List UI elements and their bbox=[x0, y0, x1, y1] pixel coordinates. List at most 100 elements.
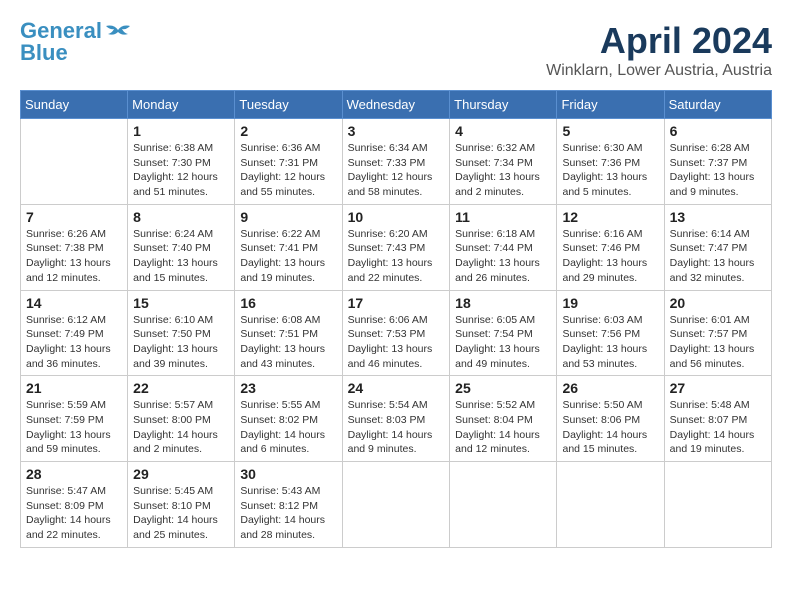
day-number: 28 bbox=[26, 466, 122, 482]
calendar-cell: 16 Sunrise: 6:08 AMSunset: 7:51 PMDayligh… bbox=[235, 290, 342, 376]
day-number: 15 bbox=[133, 295, 229, 311]
calendar-cell: 1 Sunrise: 6:38 AMSunset: 7:30 PMDaylight… bbox=[128, 119, 235, 205]
day-number: 30 bbox=[240, 466, 336, 482]
day-number: 5 bbox=[562, 123, 658, 139]
day-info: Sunrise: 6:20 AMSunset: 7:43 PMDaylight:… bbox=[348, 227, 445, 286]
day-header-wednesday: Wednesday bbox=[342, 91, 450, 119]
day-number: 10 bbox=[348, 209, 445, 225]
calendar-cell: 7Sunrise: 6:26 AMSunset: 7:38 PMDaylight… bbox=[21, 204, 128, 290]
day-info: Sunrise: 6:24 AMSunset: 7:40 PMDaylight:… bbox=[133, 227, 229, 286]
calendar-cell bbox=[557, 462, 664, 548]
day-number: 17 bbox=[348, 295, 445, 311]
day-number: 2 bbox=[240, 123, 336, 139]
day-info: Sunrise: 6:08 AMSunset: 7:51 PMDaylight:… bbox=[240, 313, 336, 372]
calendar-cell bbox=[450, 462, 557, 548]
week-row-2: 7Sunrise: 6:26 AMSunset: 7:38 PMDaylight… bbox=[21, 204, 772, 290]
day-info: Sunrise: 6:30 AMSunset: 7:36 PMDaylight:… bbox=[562, 141, 658, 200]
calendar-cell: 3 Sunrise: 6:34 AMSunset: 7:33 PMDaylight… bbox=[342, 119, 450, 205]
month-title: April 2024 bbox=[546, 20, 772, 62]
day-number: 9 bbox=[240, 209, 336, 225]
day-number: 29 bbox=[133, 466, 229, 482]
calendar-cell bbox=[21, 119, 128, 205]
day-number: 19 bbox=[562, 295, 658, 311]
calendar-cell: 15Sunrise: 6:10 AMSunset: 7:50 PMDayligh… bbox=[128, 290, 235, 376]
day-info: Sunrise: 5:43 AMSunset: 8:12 PMDaylight:… bbox=[240, 484, 336, 543]
day-number: 23 bbox=[240, 380, 336, 396]
day-header-friday: Friday bbox=[557, 91, 664, 119]
calendar-cell bbox=[664, 462, 771, 548]
day-info: Sunrise: 5:50 AMSunset: 8:06 PMDaylight:… bbox=[562, 398, 658, 457]
day-number: 21 bbox=[26, 380, 122, 396]
calendar-cell: 14Sunrise: 6:12 AMSunset: 7:49 PMDayligh… bbox=[21, 290, 128, 376]
day-info: Sunrise: 6:06 AMSunset: 7:53 PMDaylight:… bbox=[348, 313, 445, 372]
calendar-cell: 17 Sunrise: 6:06 AMSunset: 7:53 PMDayligh… bbox=[342, 290, 450, 376]
day-info: Sunrise: 5:54 AMSunset: 8:03 PMDaylight:… bbox=[348, 398, 445, 457]
day-info: Sunrise: 5:57 AMSunset: 8:00 PMDaylight:… bbox=[133, 398, 229, 457]
logo-text: GeneralBlue bbox=[20, 20, 102, 64]
calendar-cell: 24 Sunrise: 5:54 AMSunset: 8:03 PMDayligh… bbox=[342, 376, 450, 462]
day-info: Sunrise: 5:59 AMSunset: 7:59 PMDaylight:… bbox=[26, 398, 122, 457]
day-number: 6 bbox=[670, 123, 766, 139]
day-header-thursday: Thursday bbox=[450, 91, 557, 119]
calendar-cell: 28Sunrise: 5:47 AMSunset: 8:09 PMDayligh… bbox=[21, 462, 128, 548]
day-info: Sunrise: 6:34 AMSunset: 7:33 PMDaylight:… bbox=[348, 141, 445, 200]
day-number: 27 bbox=[670, 380, 766, 396]
day-info: Sunrise: 6:14 AMSunset: 7:47 PMDaylight:… bbox=[670, 227, 766, 286]
calendar-cell: 13 Sunrise: 6:14 AMSunset: 7:47 PMDayligh… bbox=[664, 204, 771, 290]
week-row-4: 21 Sunrise: 5:59 AMSunset: 7:59 PMDayligh… bbox=[21, 376, 772, 462]
day-info: Sunrise: 6:05 AMSunset: 7:54 PMDaylight:… bbox=[455, 313, 551, 372]
day-number: 3 bbox=[348, 123, 445, 139]
calendar-cell: 29 Sunrise: 5:45 AMSunset: 8:10 PMDayligh… bbox=[128, 462, 235, 548]
calendar-cell: 20 Sunrise: 6:01 AMSunset: 7:57 PMDayligh… bbox=[664, 290, 771, 376]
day-info: Sunrise: 6:18 AMSunset: 7:44 PMDaylight:… bbox=[455, 227, 551, 286]
day-number: 22 bbox=[133, 380, 229, 396]
calendar-cell: 21 Sunrise: 5:59 AMSunset: 7:59 PMDayligh… bbox=[21, 376, 128, 462]
calendar-cell: 8 Sunrise: 6:24 AMSunset: 7:40 PMDaylight… bbox=[128, 204, 235, 290]
calendar-cell: 5 Sunrise: 6:30 AMSunset: 7:36 PMDaylight… bbox=[557, 119, 664, 205]
day-header-monday: Monday bbox=[128, 91, 235, 119]
day-header-sunday: Sunday bbox=[21, 91, 128, 119]
day-header-saturday: Saturday bbox=[664, 91, 771, 119]
day-number: 13 bbox=[670, 209, 766, 225]
day-info: Sunrise: 6:01 AMSunset: 7:57 PMDaylight:… bbox=[670, 313, 766, 372]
logo-bird-icon bbox=[104, 22, 132, 44]
day-number: 7 bbox=[26, 209, 122, 225]
calendar-cell: 12Sunrise: 6:16 AMSunset: 7:46 PMDayligh… bbox=[557, 204, 664, 290]
calendar-cell: 27 Sunrise: 5:48 AMSunset: 8:07 PMDayligh… bbox=[664, 376, 771, 462]
day-info: Sunrise: 6:28 AMSunset: 7:37 PMDaylight:… bbox=[670, 141, 766, 200]
day-number: 20 bbox=[670, 295, 766, 311]
day-number: 14 bbox=[26, 295, 122, 311]
week-row-1: 1 Sunrise: 6:38 AMSunset: 7:30 PMDaylight… bbox=[21, 119, 772, 205]
day-number: 16 bbox=[240, 295, 336, 311]
title-block: April 2024 Winklarn, Lower Austria, Aust… bbox=[546, 20, 772, 80]
logo: GeneralBlue bbox=[20, 20, 132, 64]
calendar-cell: 26 Sunrise: 5:50 AMSunset: 8:06 PMDayligh… bbox=[557, 376, 664, 462]
day-info: Sunrise: 6:22 AMSunset: 7:41 PMDaylight:… bbox=[240, 227, 336, 286]
day-number: 4 bbox=[455, 123, 551, 139]
week-row-3: 14Sunrise: 6:12 AMSunset: 7:49 PMDayligh… bbox=[21, 290, 772, 376]
page-header: GeneralBlue April 2024 Winklarn, Lower A… bbox=[20, 20, 772, 80]
day-info: Sunrise: 5:52 AMSunset: 8:04 PMDaylight:… bbox=[455, 398, 551, 457]
calendar-cell: 11 Sunrise: 6:18 AMSunset: 7:44 PMDayligh… bbox=[450, 204, 557, 290]
day-info: Sunrise: 6:32 AMSunset: 7:34 PMDaylight:… bbox=[455, 141, 551, 200]
day-info: Sunrise: 6:36 AMSunset: 7:31 PMDaylight:… bbox=[240, 141, 336, 200]
calendar-cell: 4 Sunrise: 6:32 AMSunset: 7:34 PMDaylight… bbox=[450, 119, 557, 205]
day-number: 1 bbox=[133, 123, 229, 139]
day-info: Sunrise: 6:38 AMSunset: 7:30 PMDaylight:… bbox=[133, 141, 229, 200]
day-number: 26 bbox=[562, 380, 658, 396]
day-number: 11 bbox=[455, 209, 551, 225]
day-info: Sunrise: 5:45 AMSunset: 8:10 PMDaylight:… bbox=[133, 484, 229, 543]
day-number: 8 bbox=[133, 209, 229, 225]
day-info: Sunrise: 6:03 AMSunset: 7:56 PMDaylight:… bbox=[562, 313, 658, 372]
day-info: Sunrise: 5:48 AMSunset: 8:07 PMDaylight:… bbox=[670, 398, 766, 457]
week-row-5: 28Sunrise: 5:47 AMSunset: 8:09 PMDayligh… bbox=[21, 462, 772, 548]
day-info: Sunrise: 5:55 AMSunset: 8:02 PMDaylight:… bbox=[240, 398, 336, 457]
calendar-cell: 18Sunrise: 6:05 AMSunset: 7:54 PMDayligh… bbox=[450, 290, 557, 376]
day-number: 24 bbox=[348, 380, 445, 396]
calendar-cell: 6 Sunrise: 6:28 AMSunset: 7:37 PMDaylight… bbox=[664, 119, 771, 205]
calendar-cell: 10 Sunrise: 6:20 AMSunset: 7:43 PMDayligh… bbox=[342, 204, 450, 290]
calendar-cell bbox=[342, 462, 450, 548]
day-number: 12 bbox=[562, 209, 658, 225]
day-header-tuesday: Tuesday bbox=[235, 91, 342, 119]
calendar-cell: 9 Sunrise: 6:22 AMSunset: 7:41 PMDaylight… bbox=[235, 204, 342, 290]
